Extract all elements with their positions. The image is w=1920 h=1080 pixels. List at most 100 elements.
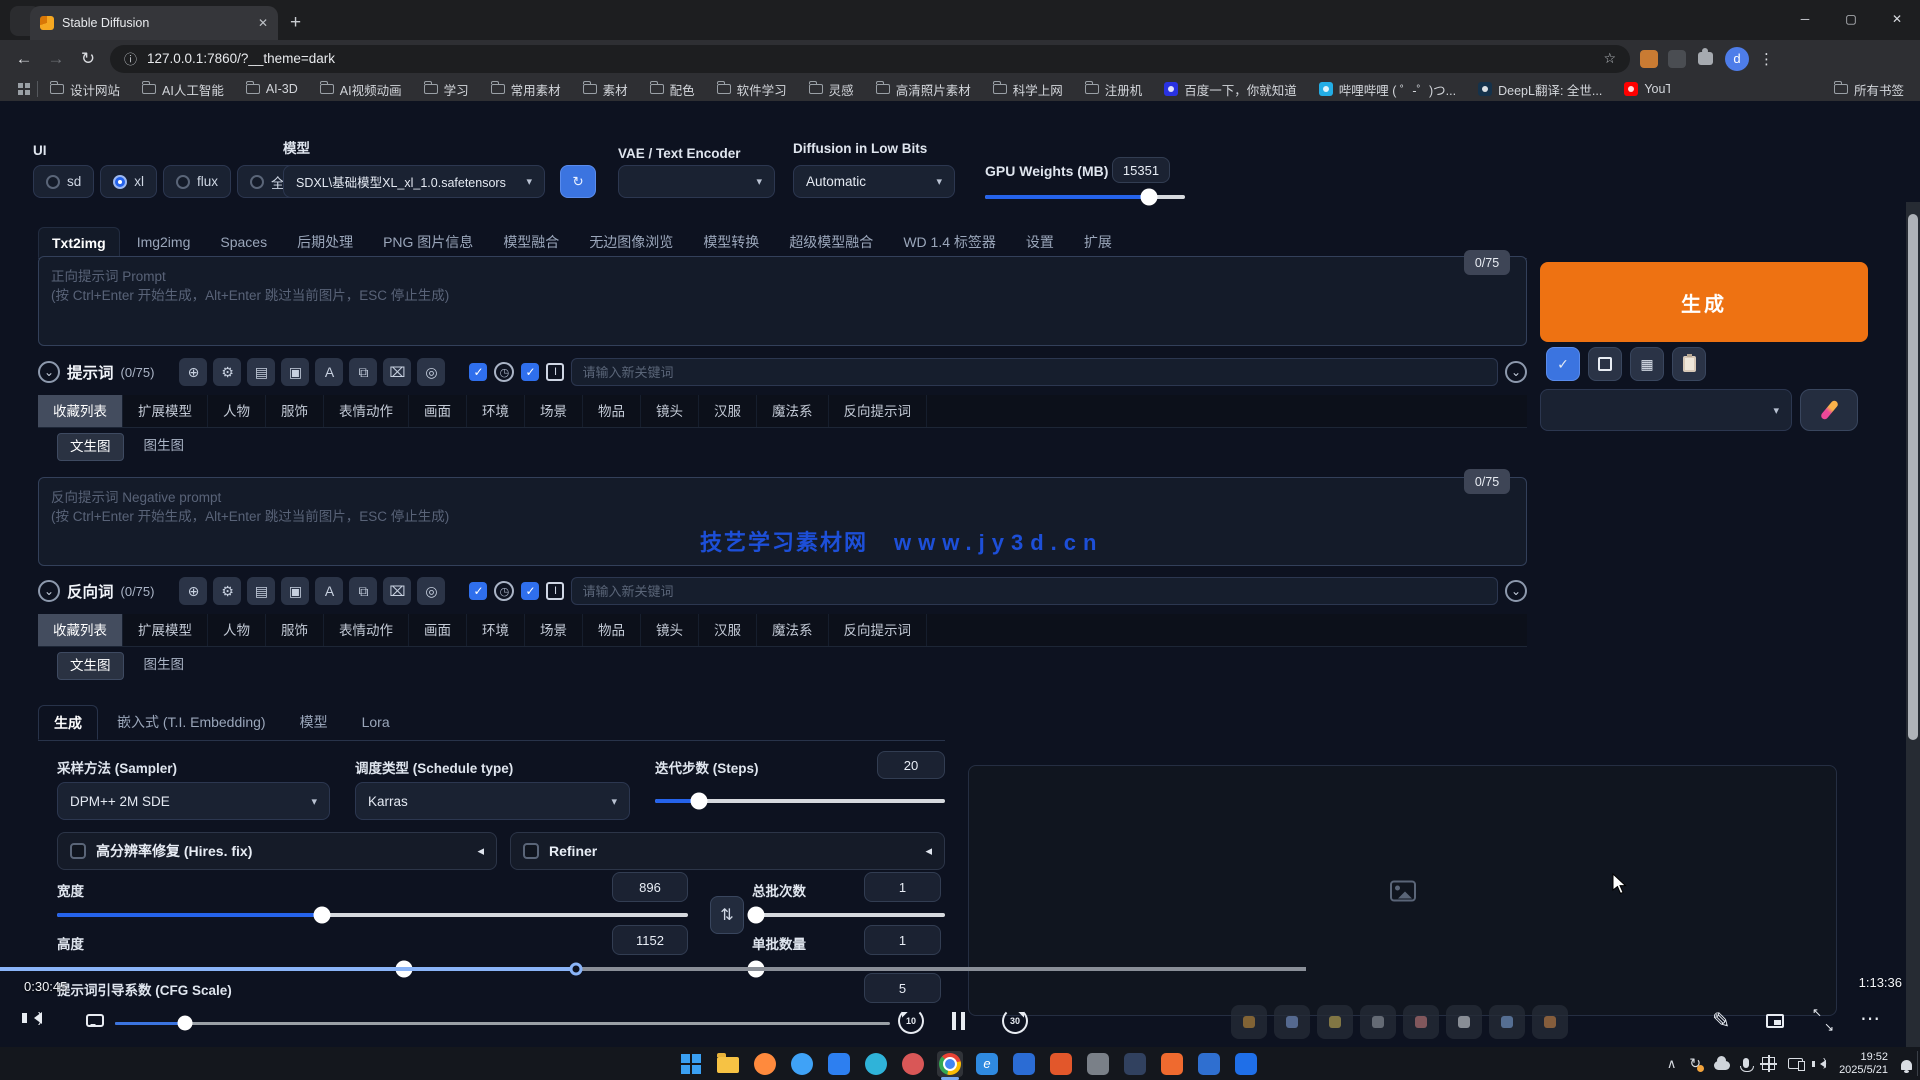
browser-menu-icon[interactable]: ⋮ bbox=[1759, 50, 1774, 68]
collapse-chevron-icon[interactable]: ⌄ bbox=[38, 580, 60, 602]
keyword-checkbox-2[interactable]: ✓ bbox=[521, 582, 539, 600]
category-tab[interactable]: 汉服 bbox=[699, 614, 757, 646]
extension-icon[interactable] bbox=[1640, 50, 1658, 68]
subtab[interactable]: 图生图 bbox=[132, 433, 197, 461]
globe-icon[interactable]: ⊕ bbox=[179, 358, 207, 386]
expand-chevron-icon[interactable]: ⌄ bbox=[1505, 361, 1527, 383]
bookmark-item[interactable]: 学习 bbox=[424, 80, 469, 99]
category-tab[interactable]: 镜头 bbox=[641, 395, 699, 427]
taskbar-app-navy[interactable] bbox=[1122, 1051, 1148, 1077]
category-tab[interactable]: 服饰 bbox=[266, 614, 324, 646]
forward-button[interactable]: → bbox=[40, 49, 72, 69]
bookmark-item[interactable]: 高清照片素材 bbox=[876, 80, 971, 99]
new-tab-button[interactable]: + bbox=[290, 10, 301, 36]
subtab[interactable]: 文生图 bbox=[57, 652, 124, 680]
taskbar-clock[interactable]: 19:52 2025/5/21 bbox=[1839, 1051, 1888, 1077]
history-clock-icon[interactable]: ◷ bbox=[494, 581, 514, 601]
globe-icon[interactable]: ⊕ bbox=[179, 577, 207, 605]
bookmark-item[interactable]: 注册机 bbox=[1085, 80, 1143, 99]
bookmark-item[interactable]: 科学上网 bbox=[993, 80, 1063, 99]
category-tab[interactable]: 物品 bbox=[583, 395, 641, 427]
window-close-button[interactable]: ✕ bbox=[1874, 0, 1920, 38]
bookmark-item[interactable]: AI-3D bbox=[246, 82, 298, 96]
category-tab[interactable]: 人物 bbox=[208, 395, 266, 427]
taskbar-app-explorer[interactable] bbox=[715, 1051, 741, 1077]
new-keyword-input[interactable] bbox=[571, 577, 1498, 605]
taskbar-app-firefox[interactable] bbox=[752, 1051, 778, 1077]
main-tab[interactable]: 扩展 bbox=[1071, 227, 1125, 258]
category-tab[interactable]: 收藏列表 bbox=[38, 614, 123, 646]
taskbar-app-reader[interactable] bbox=[1011, 1051, 1037, 1077]
pause-button[interactable] bbox=[952, 1012, 965, 1030]
gear-icon[interactable]: ⚙ bbox=[213, 358, 241, 386]
bookmark-item[interactable]: 百度一下，你就知道 bbox=[1164, 80, 1297, 99]
model-dropdown[interactable]: SDXL\基础模型XL_xl_1.0.safetensors ▾ bbox=[283, 165, 545, 198]
steps-input[interactable]: 20 bbox=[877, 751, 945, 779]
profile-avatar[interactable]: d bbox=[1725, 47, 1749, 71]
tray-chevron-icon[interactable]: ∧ bbox=[1667, 1056, 1677, 1072]
bookmark-item[interactable]: YouTube bbox=[1624, 82, 1670, 96]
main-tab[interactable]: 后期处理 bbox=[284, 227, 366, 258]
taskbar-app-orange[interactable] bbox=[1048, 1051, 1074, 1077]
taskbar-app-blue-tv[interactable] bbox=[1196, 1051, 1222, 1077]
bookmark-item[interactable]: AI视频动画 bbox=[320, 80, 402, 99]
player-extra-button[interactable] bbox=[1403, 1005, 1439, 1039]
taskbar-app-start[interactable] bbox=[678, 1051, 704, 1077]
paste-button[interactable] bbox=[1672, 347, 1706, 381]
batch-size-input[interactable]: 1 bbox=[864, 925, 941, 955]
all-bookmarks[interactable]: 所有书签 bbox=[1834, 77, 1904, 101]
document-icon[interactable]: ▤ bbox=[247, 577, 275, 605]
url-text[interactable]: 127.0.0.1:7860/?__theme=dark bbox=[147, 51, 335, 66]
bookmark-item[interactable]: AI人工智能 bbox=[142, 80, 224, 99]
site-info-icon[interactable]: ⓘ bbox=[124, 49, 137, 68]
player-extra-button[interactable] bbox=[1489, 1005, 1525, 1039]
collapse-chevron-icon[interactable]: ⌄ bbox=[38, 361, 60, 383]
taskbar-app-blue-circle[interactable] bbox=[789, 1051, 815, 1077]
taskbar-app-orange2[interactable] bbox=[1159, 1051, 1185, 1077]
bookmark-star-icon[interactable]: ☆ bbox=[1603, 50, 1616, 67]
settings-tab[interactable]: 模型 bbox=[285, 705, 343, 740]
slider-handle[interactable] bbox=[747, 907, 764, 924]
bookmark-item[interactable]: DeepL翻译: 全世... bbox=[1478, 80, 1602, 99]
bookmark-item[interactable]: 常用素材 bbox=[491, 80, 561, 99]
ui-radio-option[interactable]: sd bbox=[33, 165, 94, 198]
category-tab[interactable]: 表情动作 bbox=[324, 614, 409, 646]
spiral-icon[interactable]: ◎ bbox=[417, 358, 445, 386]
keyword-checkbox-2[interactable]: ✓ bbox=[521, 363, 539, 381]
lowbits-dropdown[interactable]: Automatic ▾ bbox=[793, 165, 955, 198]
category-tab[interactable]: 表情动作 bbox=[324, 395, 409, 427]
slider-handle[interactable] bbox=[177, 1016, 192, 1031]
bookmark-item[interactable]: 素材 bbox=[583, 80, 628, 99]
main-tab[interactable]: 模型转换 bbox=[690, 227, 772, 258]
subtab[interactable]: 图生图 bbox=[132, 652, 197, 680]
notification-bell-icon[interactable] bbox=[1901, 1060, 1912, 1070]
vae-dropdown[interactable]: ▾ bbox=[618, 165, 775, 198]
speaker-icon[interactable] bbox=[1816, 1060, 1826, 1068]
taskbar-app-gray[interactable] bbox=[1085, 1051, 1111, 1077]
category-tab[interactable]: 反向提示词 bbox=[829, 614, 928, 646]
text-cursor-icon[interactable]: I bbox=[546, 582, 564, 600]
schedule-dropdown[interactable]: Karras ▾ bbox=[355, 782, 630, 820]
keyword-checkbox-1[interactable]: ✓ bbox=[469, 582, 487, 600]
browser-tab[interactable]: Stable Diffusion ✕ bbox=[30, 6, 278, 40]
swap-dimensions-button[interactable]: ⇅ bbox=[710, 896, 744, 934]
slider-handle[interactable] bbox=[690, 793, 707, 810]
width-input[interactable]: 896 bbox=[612, 872, 688, 902]
tab-close-icon[interactable]: ✕ bbox=[258, 16, 268, 30]
category-tab[interactable]: 扩展模型 bbox=[123, 614, 208, 646]
bookmark-icon[interactable]: ▣ bbox=[281, 358, 309, 386]
category-tab[interactable]: 环境 bbox=[467, 395, 525, 427]
player-extra-button[interactable] bbox=[1446, 1005, 1482, 1039]
player-volume-slider[interactable] bbox=[115, 1016, 890, 1032]
document-icon[interactable]: ▤ bbox=[247, 358, 275, 386]
main-tab[interactable]: 模型融合 bbox=[490, 227, 572, 258]
positive-prompt-textarea[interactable]: 正向提示词 Prompt (按 Ctrl+Enter 开始生成，Alt+Ente… bbox=[38, 256, 1527, 346]
text-cursor-icon[interactable]: I bbox=[546, 363, 564, 381]
main-tab[interactable]: Img2img bbox=[124, 227, 204, 258]
subtab[interactable]: 文生图 bbox=[57, 433, 124, 461]
address-bar[interactable]: ⓘ 127.0.0.1:7860/?__theme=dark ☆ bbox=[110, 45, 1630, 73]
category-tab[interactable]: 汉服 bbox=[699, 395, 757, 427]
batch-count-input[interactable]: 1 bbox=[864, 872, 941, 902]
player-extra-button[interactable] bbox=[1532, 1005, 1568, 1039]
window-minimize-button[interactable]: ─ bbox=[1782, 0, 1828, 38]
